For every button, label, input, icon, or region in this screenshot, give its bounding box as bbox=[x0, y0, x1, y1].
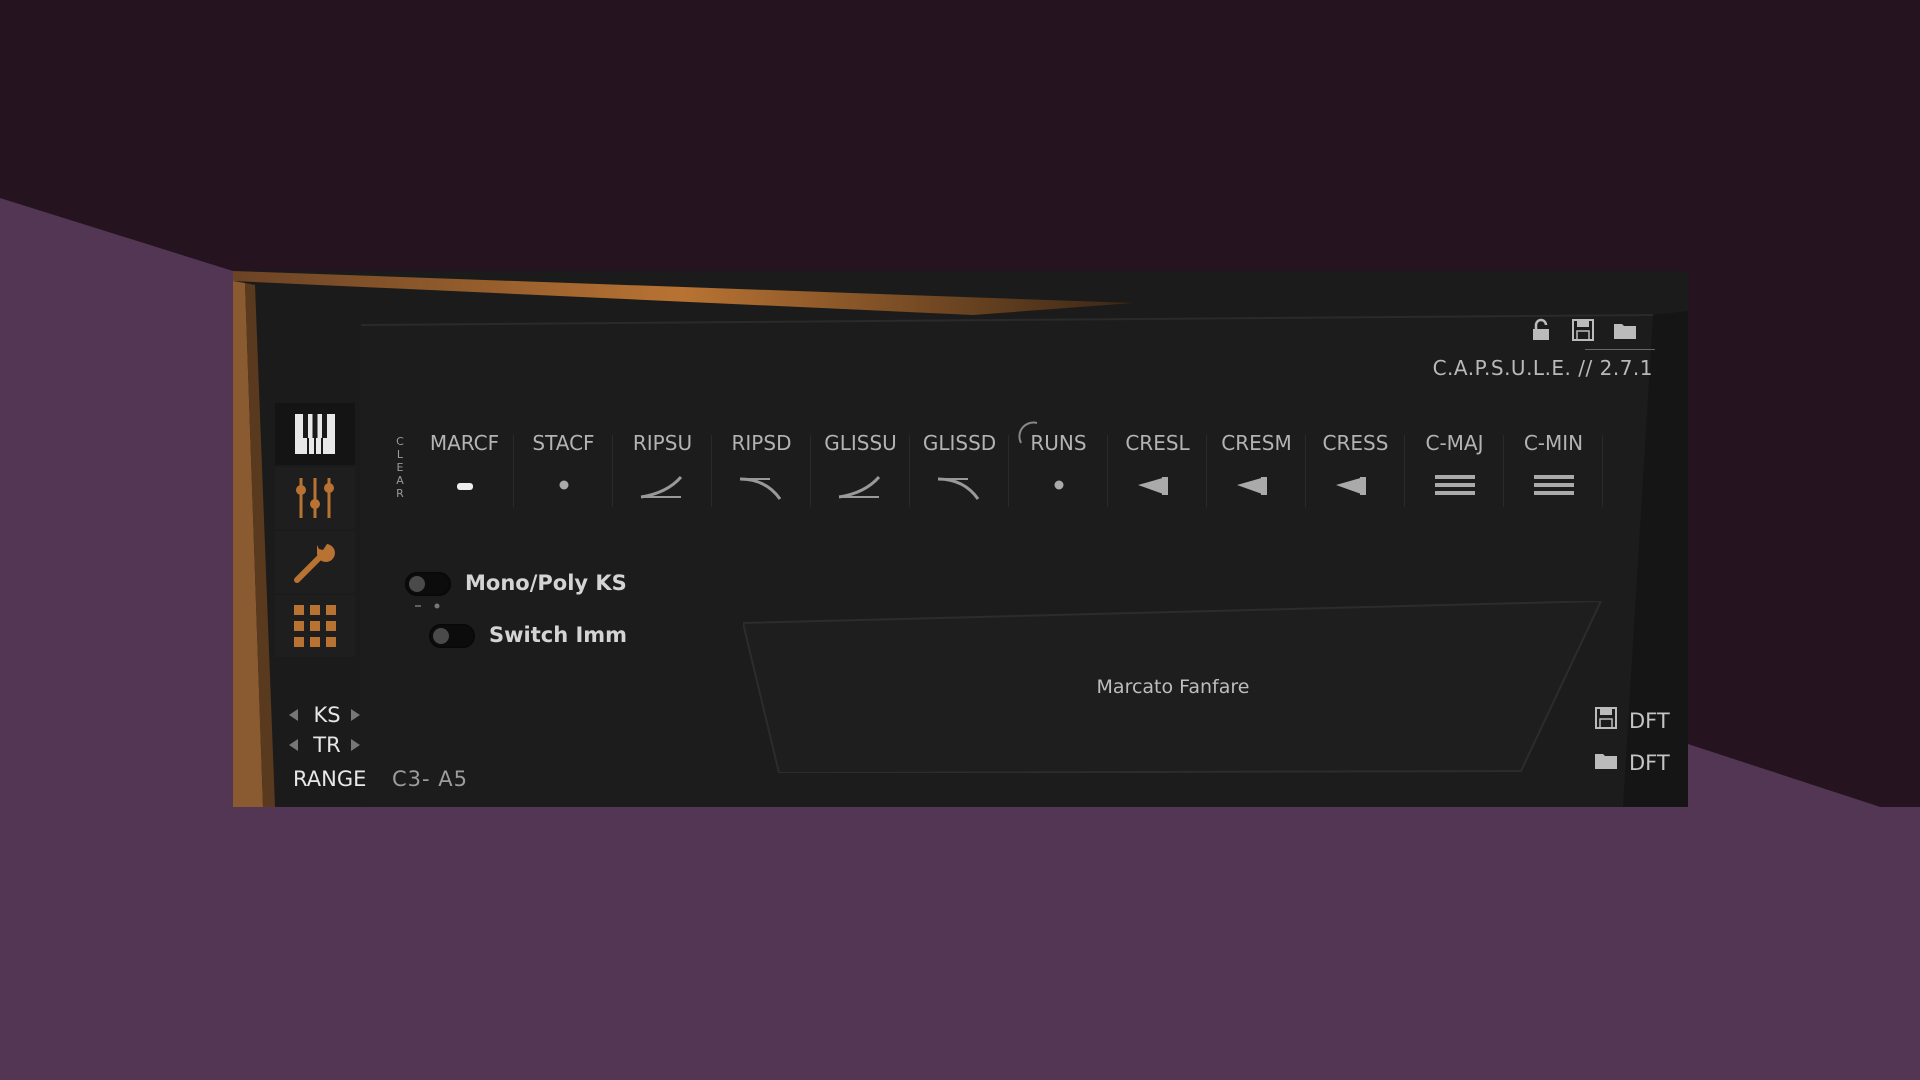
articulation-ripsd[interactable]: RIPSD bbox=[712, 431, 811, 531]
articulation-cresm[interactable]: CRESM bbox=[1207, 431, 1306, 531]
staccato-dot-icon bbox=[559, 480, 569, 490]
load-default-button[interactable]: DFT bbox=[1593, 747, 1683, 775]
ks-prev-arrow[interactable] bbox=[289, 709, 298, 721]
articulation-label: CRESS bbox=[1322, 431, 1389, 455]
articulation-glissu[interactable]: GLISSU bbox=[811, 431, 910, 531]
wrench-icon bbox=[294, 544, 335, 583]
tr-label: TR bbox=[313, 733, 341, 757]
nav-mixer[interactable] bbox=[275, 467, 355, 529]
articulation-c-maj[interactable]: C-MAJ bbox=[1405, 431, 1504, 531]
save-default-label: DFT bbox=[1629, 709, 1670, 733]
runs-dot-icon bbox=[1054, 480, 1064, 490]
rip-up-icon bbox=[640, 475, 683, 499]
current-patch-name: Marcato Fanfare bbox=[1096, 676, 1250, 698]
load-default-label: DFT bbox=[1629, 751, 1670, 775]
toggle-switch[interactable] bbox=[429, 624, 475, 648]
articulation-c-min[interactable]: C-MIN bbox=[1504, 431, 1603, 531]
gliss-down-icon bbox=[937, 477, 980, 500]
nav-grid[interactable] bbox=[275, 595, 355, 657]
articulation-label: RIPSU bbox=[632, 431, 693, 455]
tr-next-arrow[interactable] bbox=[351, 739, 360, 751]
articulation-glissd[interactable]: GLISSD bbox=[910, 431, 1009, 531]
grid-icon bbox=[294, 605, 336, 647]
articulation-label: C-MIN bbox=[1523, 431, 1584, 455]
articulation-label: CRESL bbox=[1125, 431, 1190, 455]
crescendo-icon bbox=[1138, 477, 1168, 495]
folder-icon[interactable] bbox=[1612, 317, 1638, 343]
ks-next-arrow[interactable] bbox=[351, 709, 360, 721]
piano-keys-icon bbox=[295, 414, 335, 454]
dot-indicator bbox=[415, 603, 440, 609]
articulation-label: GLISSU bbox=[824, 431, 897, 455]
header-icons bbox=[1528, 317, 1668, 347]
save-icon[interactable] bbox=[1570, 317, 1596, 343]
articulation-stacf[interactable]: STACF bbox=[514, 431, 613, 531]
gliss-up-icon bbox=[838, 475, 881, 499]
mixer-sliders-icon bbox=[296, 478, 334, 518]
mono-poly-toggle[interactable]: Mono/Poly KS bbox=[405, 569, 635, 599]
range-label: RANGE bbox=[293, 767, 367, 791]
crescendo-icon bbox=[1336, 477, 1366, 495]
version-underline bbox=[1585, 349, 1655, 350]
plugin-panel: C.A.P.S.U.L.E. // 2.7.1 C L E A R MARCF … bbox=[233, 271, 1688, 807]
articulation-label: MARCF bbox=[429, 431, 500, 455]
runs-arc-icon bbox=[1018, 421, 1038, 444]
nav-settings[interactable] bbox=[275, 531, 355, 593]
ks-label: KS bbox=[313, 703, 341, 727]
lock-icon[interactable] bbox=[1528, 317, 1554, 343]
articulation-divider bbox=[1602, 435, 1603, 507]
toggle-switch[interactable] bbox=[405, 572, 451, 596]
switch-imm-toggle[interactable]: Switch Imm bbox=[429, 621, 639, 651]
ks-selector: KS bbox=[289, 703, 369, 729]
articulation-cresl[interactable]: CRESL bbox=[1108, 431, 1207, 531]
folder-icon bbox=[1595, 754, 1617, 769]
toggle-label: Mono/Poly KS bbox=[465, 571, 627, 595]
articulation-cress[interactable]: CRESS bbox=[1306, 431, 1405, 531]
rip-down-icon bbox=[739, 477, 782, 500]
chord-lines-icon bbox=[1534, 475, 1574, 495]
nav-keyboard[interactable] bbox=[275, 403, 355, 465]
version-label: C.A.P.S.U.L.E. // 2.7.1 bbox=[1432, 356, 1653, 380]
patch-display: Marcato Fanfare bbox=[743, 601, 1603, 773]
articulation-marcf[interactable]: MARCF bbox=[415, 431, 514, 531]
articulation-label: C-MAJ bbox=[1425, 431, 1484, 455]
crescendo-icon bbox=[1237, 477, 1267, 495]
articulation-ripsu[interactable]: RIPSU bbox=[613, 431, 712, 531]
tr-prev-arrow[interactable] bbox=[289, 739, 298, 751]
articulation-label: CRESM bbox=[1221, 431, 1292, 455]
articulation-label: GLISSD bbox=[922, 431, 997, 455]
toggle-label: Switch Imm bbox=[489, 623, 628, 647]
save-default-button[interactable]: DFT bbox=[1593, 705, 1683, 733]
save-icon bbox=[1595, 707, 1617, 729]
articulation-label: STACF bbox=[532, 431, 595, 455]
articulation-label: RIPSD bbox=[731, 431, 792, 455]
clear-button[interactable]: C L E A R bbox=[393, 435, 407, 515]
tr-selector: TR bbox=[289, 733, 369, 759]
chord-lines-icon bbox=[1435, 475, 1475, 495]
range-value[interactable]: C3- A5 bbox=[392, 767, 468, 791]
marcato-dash-icon bbox=[457, 483, 473, 490]
